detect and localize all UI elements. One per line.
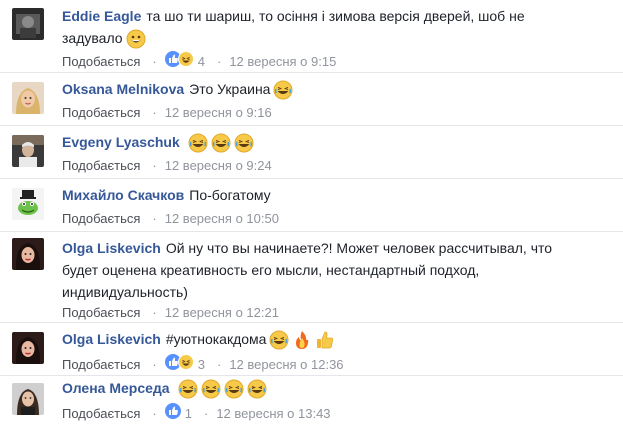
laughing-icon [273,80,293,100]
haha-icon [177,354,194,375]
comment-author[interactable]: Oksana Melnikova [62,81,184,97]
comment-author[interactable]: Evgeny Lyaschuk [62,134,180,150]
separator-dot: · [152,158,157,174]
laughing-icon [201,379,221,399]
separator-dot: · [203,405,209,421]
laughing-icon [188,133,208,153]
timestamp[interactable]: 12 вересня о 9:16 [165,104,272,122]
comment-line: индивидуальность) [62,281,605,303]
comment-text: индивидуальность) [62,284,188,300]
laughing-icon [269,330,289,350]
laughing-icon [178,379,198,399]
comment-author[interactable]: Михайло Скачков [62,187,184,203]
laughing-icon [247,379,267,399]
timestamp[interactable]: 12 вересня о 13:43 [216,405,330,423]
reaction-count: 1 [184,405,192,421]
comments-feed: Eddie Eagle та шо ти шариш, то осіння і з… [0,0,623,427]
avatar[interactable] [12,82,44,114]
separator-dot: · [152,211,157,226]
comment-body: Eddie Eagle та шо ти шариш, то осіння і з… [62,5,605,72]
comment-body: Olga Liskevich Ой ну что вы начинаете?! М… [62,237,605,322]
comment-text: По-богатому [189,187,271,203]
comment-oksana-melnikova: Oksana Melnikova Это Украина Подобається … [0,72,623,125]
timestamp[interactable]: 12 вересня о 12:36 [229,356,343,374]
comment-author[interactable]: Олена Мерседа [62,380,170,396]
laughing-icon [224,379,244,399]
comment-body: Olga Liskevich #уютнокакдома Подобається … [62,328,605,375]
comment-olga-liskevich-1: Olga Liskevich Ой ну что вы начинаете?! М… [0,231,623,322]
comment-meta: Подобається · 3 · 12 вересня о 12:36 [62,354,605,375]
comment-line: Олена Мерседа [62,377,605,399]
thumbs-up-icon [315,330,335,350]
reaction-count: 3 [197,356,205,372]
avatar[interactable] [12,135,44,167]
laughing-icon [234,133,254,153]
grin-icon [126,29,146,49]
comment-line: Olga Liskevich #уютнокакдома [62,328,605,350]
comment-meta: Подобається · 12 вересня о 9:24 [62,157,605,175]
comment-author[interactable]: Olga Liskevich [62,331,161,347]
reaction-summary[interactable]: 4 [164,51,205,72]
separator-dot: · [152,405,157,421]
comment-olena-merseda: Олена Мерседа Подобається · 1 · 12 верес… [0,375,623,427]
timestamp[interactable]: 12 вересня о 12:21 [165,304,279,322]
separator-dot: · [216,53,222,69]
separator-dot: · [152,356,157,372]
comment-line: Eddie Eagle та шо ти шариш, то осіння і з… [62,5,605,27]
comment-author[interactable]: Olga Liskevich [62,240,161,256]
comment-meta: Подобається · 12 вересня о 10:50 [62,210,605,228]
comment-author[interactable]: Eddie Eagle [62,8,141,24]
laughing-icon [211,133,231,153]
comment-eddie-eagle: Eddie Eagle та шо ти шариш, то осіння і з… [0,0,623,72]
separator-dot: · [152,305,157,320]
comment-meta: Подобається · 12 вересня о 12:21 [62,304,605,322]
like-link[interactable]: Подобається [62,405,140,423]
timestamp[interactable]: 12 вересня о 9:15 [229,53,336,71]
reaction-summary[interactable]: 1 [164,403,192,424]
like-link[interactable]: Подобається [62,304,140,322]
like-link[interactable]: Подобається [62,53,140,71]
comment-body: Oksana Melnikova Это Украина Подобається … [62,78,605,122]
comment-evgeny-lyaschuk: Evgeny Lyaschuk Подобається · 12 вересня… [0,125,623,178]
reaction-count: 4 [197,53,205,69]
hashtag-link[interactable]: #уютнокакдома [166,331,267,347]
like-icon [164,403,181,424]
comment-line: задувало [62,27,605,49]
timestamp[interactable]: 12 вересня о 9:24 [165,157,272,175]
comment-body: Михайло Скачков По-богатому Подобається ·… [62,184,605,228]
comment-meta: Подобається · 1 · 12 вересня о 13:43 [62,403,605,424]
comment-text: та шо ти шариш, то осіння і зимова версі… [146,8,525,24]
comment-line: Olga Liskevich Ой ну что вы начинаете?! М… [62,237,605,259]
comment-text: Ой ну что вы начинаете?! Может человек р… [165,240,553,256]
comment-line: Михайло Скачков По-богатому [62,184,605,206]
reaction-summary[interactable]: 3 [164,354,205,375]
avatar[interactable] [12,332,44,364]
like-link[interactable]: Подобається [62,356,140,374]
comment-olga-liskevich-2: Olga Liskevich #уютнокакдома Подобається … [0,322,623,375]
comment-line: будет оценена креативность его мысли, не… [62,259,605,281]
haha-icon [177,51,194,72]
avatar[interactable] [12,188,44,220]
fire-icon [292,330,312,350]
comment-meta: Подобається · 4 · 12 вересня о 9:15 [62,51,605,72]
comment-text: задувало [62,30,123,46]
like-link[interactable]: Подобається [62,157,140,175]
avatar[interactable] [12,383,44,415]
separator-dot: · [152,53,157,69]
avatar[interactable] [12,8,44,40]
comment-body: Олена Мерседа Подобається · 1 · 12 верес… [62,377,605,424]
separator-dot: · [152,105,157,121]
comment-body: Evgeny Lyaschuk Подобається · 12 вересня… [62,131,605,175]
comment-line: Evgeny Lyaschuk [62,131,605,153]
comment-line: Oksana Melnikova Это Украина [62,78,605,100]
comment-mykhailo-skachkov: Михайло Скачков По-богатому Подобається ·… [0,178,623,231]
timestamp[interactable]: 12 вересня о 10:50 [165,210,279,228]
like-link[interactable]: Подобається [62,104,140,122]
comment-text: Это Украина [189,81,271,97]
like-link[interactable]: Подобається [62,210,140,228]
separator-dot: · [216,356,222,372]
avatar[interactable] [12,238,44,270]
comment-text: будет оценена креативность его мысли, не… [62,262,480,278]
comment-meta: Подобається · 12 вересня о 9:16 [62,104,605,122]
